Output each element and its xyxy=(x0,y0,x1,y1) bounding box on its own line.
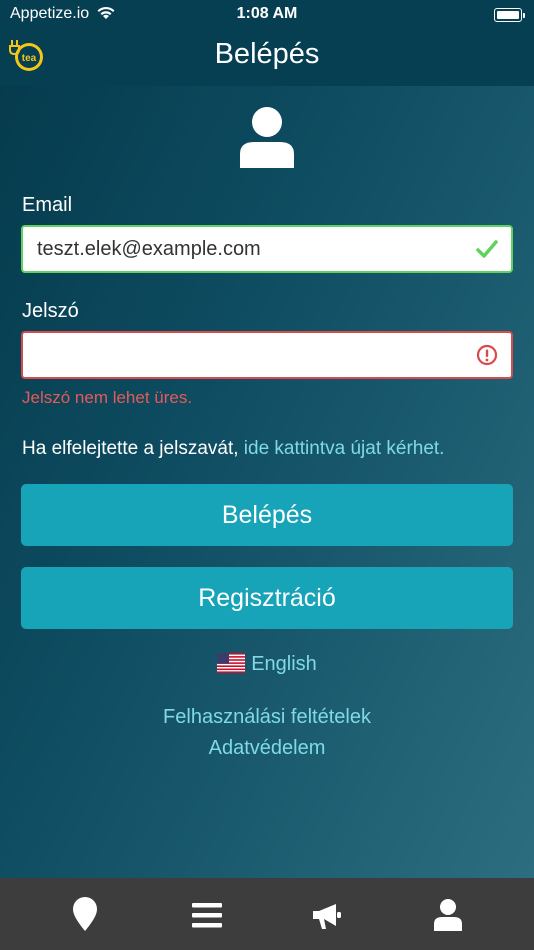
password-input[interactable] xyxy=(37,333,457,377)
language-label: English xyxy=(251,653,317,675)
password-label: Jelszó xyxy=(22,300,79,322)
email-field[interactable] xyxy=(21,225,513,273)
megaphone-icon[interactable] xyxy=(310,898,344,932)
error-icon xyxy=(476,344,498,366)
map-pin-icon[interactable] xyxy=(68,896,102,932)
status-bar: Appetize.io 1:08 AM xyxy=(0,0,534,30)
language-selector[interactable]: English xyxy=(0,653,534,676)
forgot-password-text: Ha elfelejtette a jelszavát, ide kattint… xyxy=(22,438,444,460)
email-input[interactable] xyxy=(37,227,457,271)
privacy-link[interactable]: Adatvédelem xyxy=(0,737,534,760)
menu-icon[interactable] xyxy=(190,898,224,932)
tab-bar xyxy=(0,878,534,950)
forgot-password-link[interactable]: ide kattintva újat kérhet. xyxy=(244,438,445,459)
register-button[interactable]: Regisztráció xyxy=(21,567,513,629)
page-title: Belépés xyxy=(214,38,320,70)
user-icon[interactable] xyxy=(431,898,465,932)
status-time: 1:08 AM xyxy=(236,5,298,22)
battery-icon xyxy=(494,8,525,22)
password-field[interactable] xyxy=(21,331,513,379)
user-avatar-icon xyxy=(240,107,294,168)
email-label: Email xyxy=(22,194,73,216)
forgot-password-prefix: Ha elfelejtette a jelszavát, xyxy=(22,438,239,459)
top-bar: Appetize.io 1:08 AM tea Belépés xyxy=(0,0,534,86)
password-error-message: Jelszó nem lehet üres. xyxy=(22,388,193,407)
login-button[interactable]: Belépés xyxy=(21,484,513,546)
us-flag-icon xyxy=(217,653,246,673)
terms-link[interactable]: Felhasználási feltételek xyxy=(0,706,534,729)
checkmark-icon xyxy=(476,240,498,258)
